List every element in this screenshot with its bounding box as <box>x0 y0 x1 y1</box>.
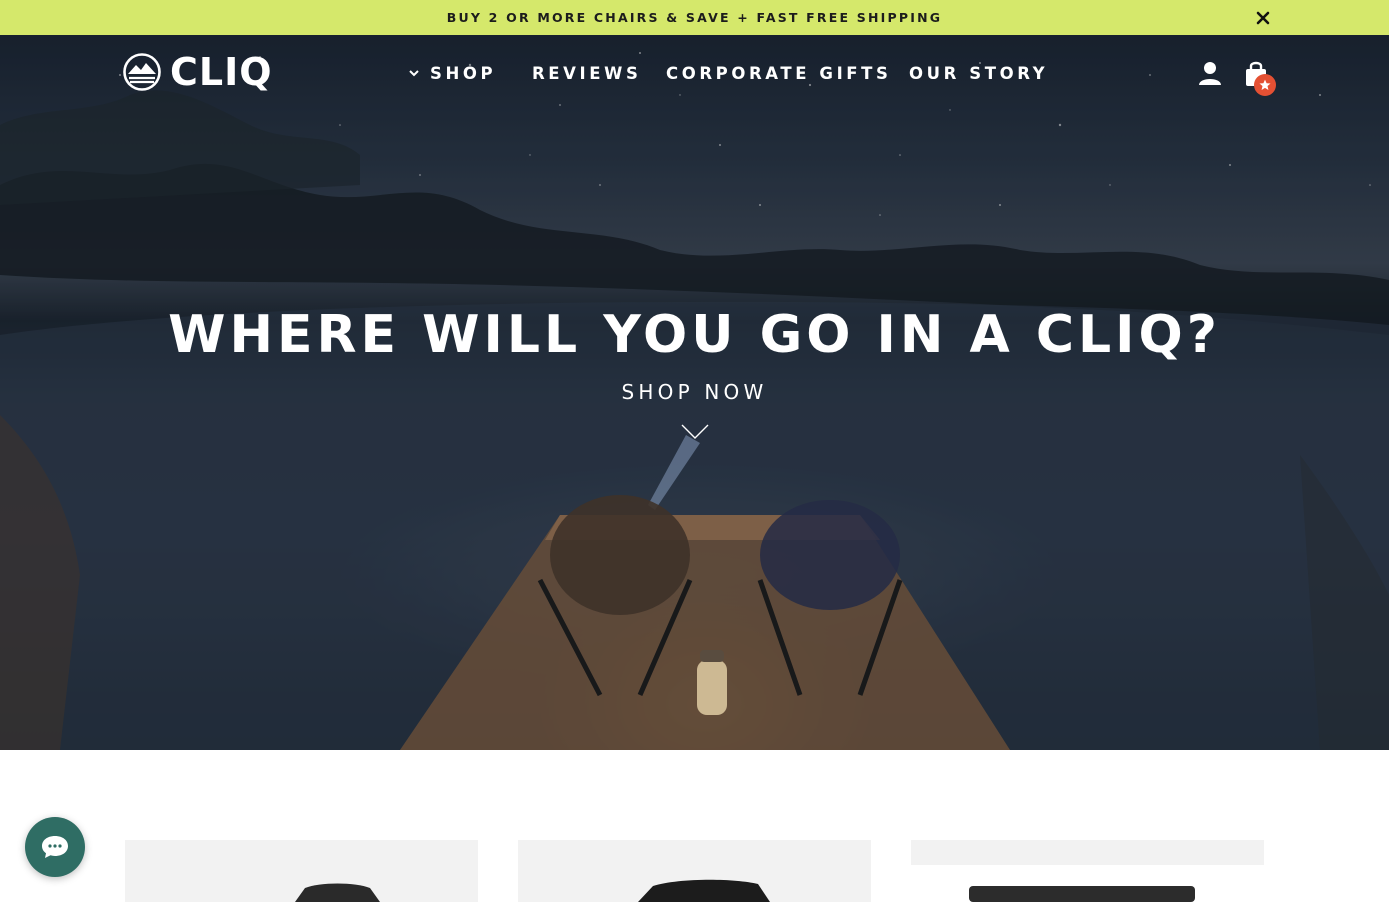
main-nav: SHOP REVIEWS CORPORATE GIFTS OUR STORY <box>0 60 1389 86</box>
nav-reviews-label: REVIEWS <box>532 63 642 83</box>
cart-badge[interactable] <box>1254 74 1276 96</box>
close-icon[interactable] <box>1254 9 1272 27</box>
hero-title: WHERE WILL YOU GO IN A CLIQ? <box>168 305 1221 365</box>
product-image <box>295 883 380 902</box>
announcement-text: BUY 2 OR MORE CHAIRS & SAVE + FAST FREE … <box>446 10 943 25</box>
account-icon[interactable] <box>1197 60 1223 86</box>
shop-now-link[interactable]: SHOP NOW <box>622 380 768 404</box>
chevron-down-icon <box>409 70 419 77</box>
nav-reviews[interactable]: REVIEWS <box>532 60 641 86</box>
nav-shop-label: SHOP <box>430 63 497 83</box>
hero-cta: SHOP NOW <box>0 378 1389 406</box>
nav-shop[interactable]: SHOP <box>408 60 496 86</box>
announcement-bar: BUY 2 OR MORE CHAIRS & SAVE + FAST FREE … <box>0 0 1389 35</box>
product-card[interactable] <box>518 840 871 902</box>
product-card[interactable] <box>125 840 478 902</box>
nav-our-story-label: OUR STORY <box>909 63 1049 83</box>
product-card[interactable] <box>911 840 1264 902</box>
chevron-down-icon[interactable] <box>681 424 709 440</box>
nav-corporate-gifts[interactable]: CORPORATE GIFTS <box>666 60 892 86</box>
nav-our-story[interactable]: OUR STORY <box>909 60 1048 86</box>
nav-corporate-gifts-label: CORPORATE GIFTS <box>666 63 892 83</box>
chat-bubble-icon <box>42 836 68 858</box>
product-image <box>911 840 1264 902</box>
product-image <box>638 879 770 902</box>
chat-widget-button[interactable] <box>25 817 85 877</box>
star-icon <box>1259 79 1271 90</box>
